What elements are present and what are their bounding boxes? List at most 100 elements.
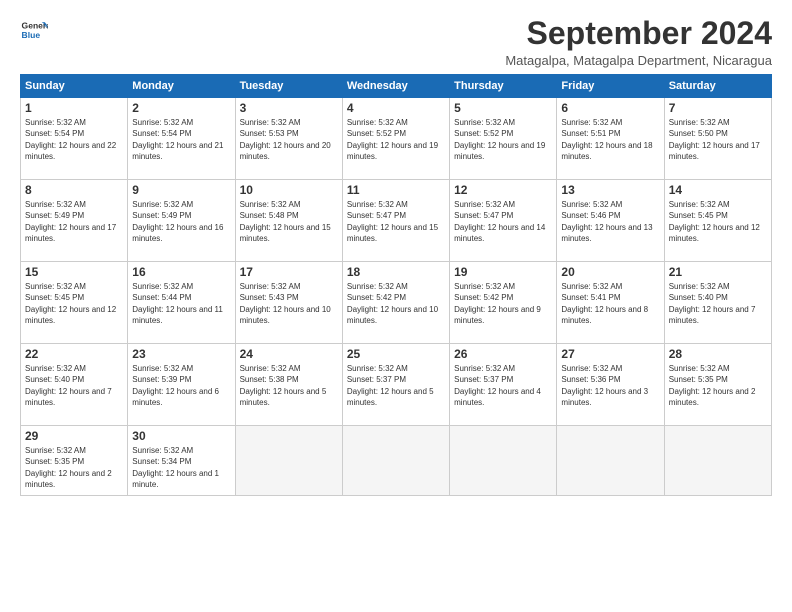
- sunrise-time: 5:32 AM: [164, 446, 193, 455]
- day-info: Sunrise: 5:32 AM Sunset: 5:49 PM Dayligh…: [132, 199, 230, 244]
- day-info: Sunrise: 5:32 AM Sunset: 5:50 PM Dayligh…: [669, 117, 767, 162]
- calendar-cell: 20 Sunrise: 5:32 AM Sunset: 5:41 PM Dayl…: [557, 262, 664, 344]
- sunset-time: 5:54 PM: [54, 129, 84, 138]
- sunset-time: 5:42 PM: [376, 293, 406, 302]
- day-number: 26: [454, 347, 552, 361]
- sunset-time: 5:42 PM: [483, 293, 513, 302]
- sunrise-time: 5:32 AM: [486, 200, 515, 209]
- sunrise-label: Sunrise:: [347, 282, 379, 291]
- calendar-cell: 8 Sunrise: 5:32 AM Sunset: 5:49 PM Dayli…: [21, 180, 128, 262]
- calendar-week-5: 29 Sunrise: 5:32 AM Sunset: 5:35 PM Dayl…: [21, 426, 772, 496]
- sunset-label: Sunset:: [669, 375, 698, 384]
- sunset-time: 5:51 PM: [591, 129, 621, 138]
- daylight-label: Daylight: 12 hours and 22 minutes.: [25, 141, 116, 161]
- sunset-time: 5:53 PM: [269, 129, 299, 138]
- day-info: Sunrise: 5:32 AM Sunset: 5:41 PM Dayligh…: [561, 281, 659, 326]
- sunrise-time: 5:32 AM: [378, 282, 407, 291]
- sunrise-time: 5:32 AM: [271, 282, 300, 291]
- day-number: 10: [240, 183, 338, 197]
- day-number: 29: [25, 429, 123, 443]
- sunrise-time: 5:32 AM: [486, 118, 515, 127]
- sunset-time: 5:46 PM: [591, 211, 621, 220]
- sunrise-label: Sunrise:: [347, 118, 379, 127]
- sunset-time: 5:54 PM: [162, 129, 192, 138]
- calendar: Sunday Monday Tuesday Wednesday Thursday…: [20, 74, 772, 496]
- day-number: 21: [669, 265, 767, 279]
- sunset-label: Sunset:: [454, 293, 483, 302]
- sunrise-label: Sunrise:: [25, 200, 57, 209]
- daylight-label: Daylight: 12 hours and 10 minutes.: [347, 305, 438, 325]
- sunset-time: 5:47 PM: [376, 211, 406, 220]
- sunset-label: Sunset:: [25, 293, 54, 302]
- svg-text:Blue: Blue: [22, 30, 41, 40]
- sunset-time: 5:49 PM: [162, 211, 192, 220]
- sunrise-time: 5:32 AM: [700, 200, 729, 209]
- day-number: 4: [347, 101, 445, 115]
- sunset-label: Sunset:: [25, 457, 54, 466]
- calendar-week-1: 1 Sunrise: 5:32 AM Sunset: 5:54 PM Dayli…: [21, 98, 772, 180]
- subtitle: Matagalpa, Matagalpa Department, Nicarag…: [505, 53, 772, 68]
- sunrise-time: 5:32 AM: [700, 118, 729, 127]
- title-block: September 2024 Matagalpa, Matagalpa Depa…: [505, 16, 772, 68]
- calendar-week-3: 15 Sunrise: 5:32 AM Sunset: 5:45 PM Dayl…: [21, 262, 772, 344]
- sunrise-label: Sunrise:: [25, 118, 57, 127]
- calendar-cell: 4 Sunrise: 5:32 AM Sunset: 5:52 PM Dayli…: [342, 98, 449, 180]
- col-monday: Monday: [128, 75, 235, 98]
- day-number: 19: [454, 265, 552, 279]
- daylight-label: Daylight: 12 hours and 13 minutes.: [561, 223, 652, 243]
- sunset-label: Sunset:: [347, 129, 376, 138]
- day-info: Sunrise: 5:32 AM Sunset: 5:49 PM Dayligh…: [25, 199, 123, 244]
- day-info: Sunrise: 5:32 AM Sunset: 5:54 PM Dayligh…: [132, 117, 230, 162]
- calendar-cell: [235, 426, 342, 496]
- daylight-label: Daylight: 12 hours and 16 minutes.: [132, 223, 223, 243]
- calendar-cell: 13 Sunrise: 5:32 AM Sunset: 5:46 PM Dayl…: [557, 180, 664, 262]
- calendar-cell: 15 Sunrise: 5:32 AM Sunset: 5:45 PM Dayl…: [21, 262, 128, 344]
- logo-icon: General Blue: [20, 16, 48, 44]
- sunrise-label: Sunrise:: [240, 118, 272, 127]
- sunrise-time: 5:32 AM: [700, 364, 729, 373]
- sunset-label: Sunset:: [561, 293, 590, 302]
- sunrise-label: Sunrise:: [25, 364, 57, 373]
- sunrise-time: 5:32 AM: [378, 118, 407, 127]
- sunrise-time: 5:32 AM: [164, 200, 193, 209]
- day-number: 12: [454, 183, 552, 197]
- sunset-time: 5:36 PM: [591, 375, 621, 384]
- day-info: Sunrise: 5:32 AM Sunset: 5:42 PM Dayligh…: [347, 281, 445, 326]
- daylight-label: Daylight: 12 hours and 15 minutes.: [347, 223, 438, 243]
- sunset-label: Sunset:: [561, 211, 590, 220]
- sunset-label: Sunset:: [25, 211, 54, 220]
- sunset-label: Sunset:: [454, 375, 483, 384]
- day-info: Sunrise: 5:32 AM Sunset: 5:51 PM Dayligh…: [561, 117, 659, 162]
- sunrise-time: 5:32 AM: [57, 118, 86, 127]
- day-number: 25: [347, 347, 445, 361]
- sunset-time: 5:41 PM: [591, 293, 621, 302]
- col-sunday: Sunday: [21, 75, 128, 98]
- day-info: Sunrise: 5:32 AM Sunset: 5:53 PM Dayligh…: [240, 117, 338, 162]
- day-number: 2: [132, 101, 230, 115]
- sunrise-time: 5:32 AM: [164, 118, 193, 127]
- calendar-cell: 22 Sunrise: 5:32 AM Sunset: 5:40 PM Dayl…: [21, 344, 128, 426]
- sunrise-time: 5:32 AM: [700, 282, 729, 291]
- calendar-cell: [450, 426, 557, 496]
- daylight-label: Daylight: 12 hours and 10 minutes.: [240, 305, 331, 325]
- day-number: 16: [132, 265, 230, 279]
- daylight-label: Daylight: 12 hours and 5 minutes.: [240, 387, 327, 407]
- sunset-label: Sunset:: [25, 375, 54, 384]
- sunset-label: Sunset:: [240, 293, 269, 302]
- sunset-time: 5:50 PM: [698, 129, 728, 138]
- sunrise-label: Sunrise:: [454, 282, 486, 291]
- daylight-label: Daylight: 12 hours and 2 minutes.: [25, 469, 112, 489]
- daylight-label: Daylight: 12 hours and 7 minutes.: [25, 387, 112, 407]
- sunset-time: 5:35 PM: [698, 375, 728, 384]
- sunset-time: 5:37 PM: [376, 375, 406, 384]
- sunset-label: Sunset:: [132, 129, 161, 138]
- day-number: 14: [669, 183, 767, 197]
- header: General Blue September 2024 Matagalpa, M…: [20, 16, 772, 68]
- calendar-week-2: 8 Sunrise: 5:32 AM Sunset: 5:49 PM Dayli…: [21, 180, 772, 262]
- daylight-label: Daylight: 12 hours and 5 minutes.: [347, 387, 434, 407]
- daylight-label: Daylight: 12 hours and 3 minutes.: [561, 387, 648, 407]
- sunrise-time: 5:32 AM: [593, 282, 622, 291]
- calendar-cell: 16 Sunrise: 5:32 AM Sunset: 5:44 PM Dayl…: [128, 262, 235, 344]
- sunset-label: Sunset:: [132, 293, 161, 302]
- sunrise-label: Sunrise:: [561, 200, 593, 209]
